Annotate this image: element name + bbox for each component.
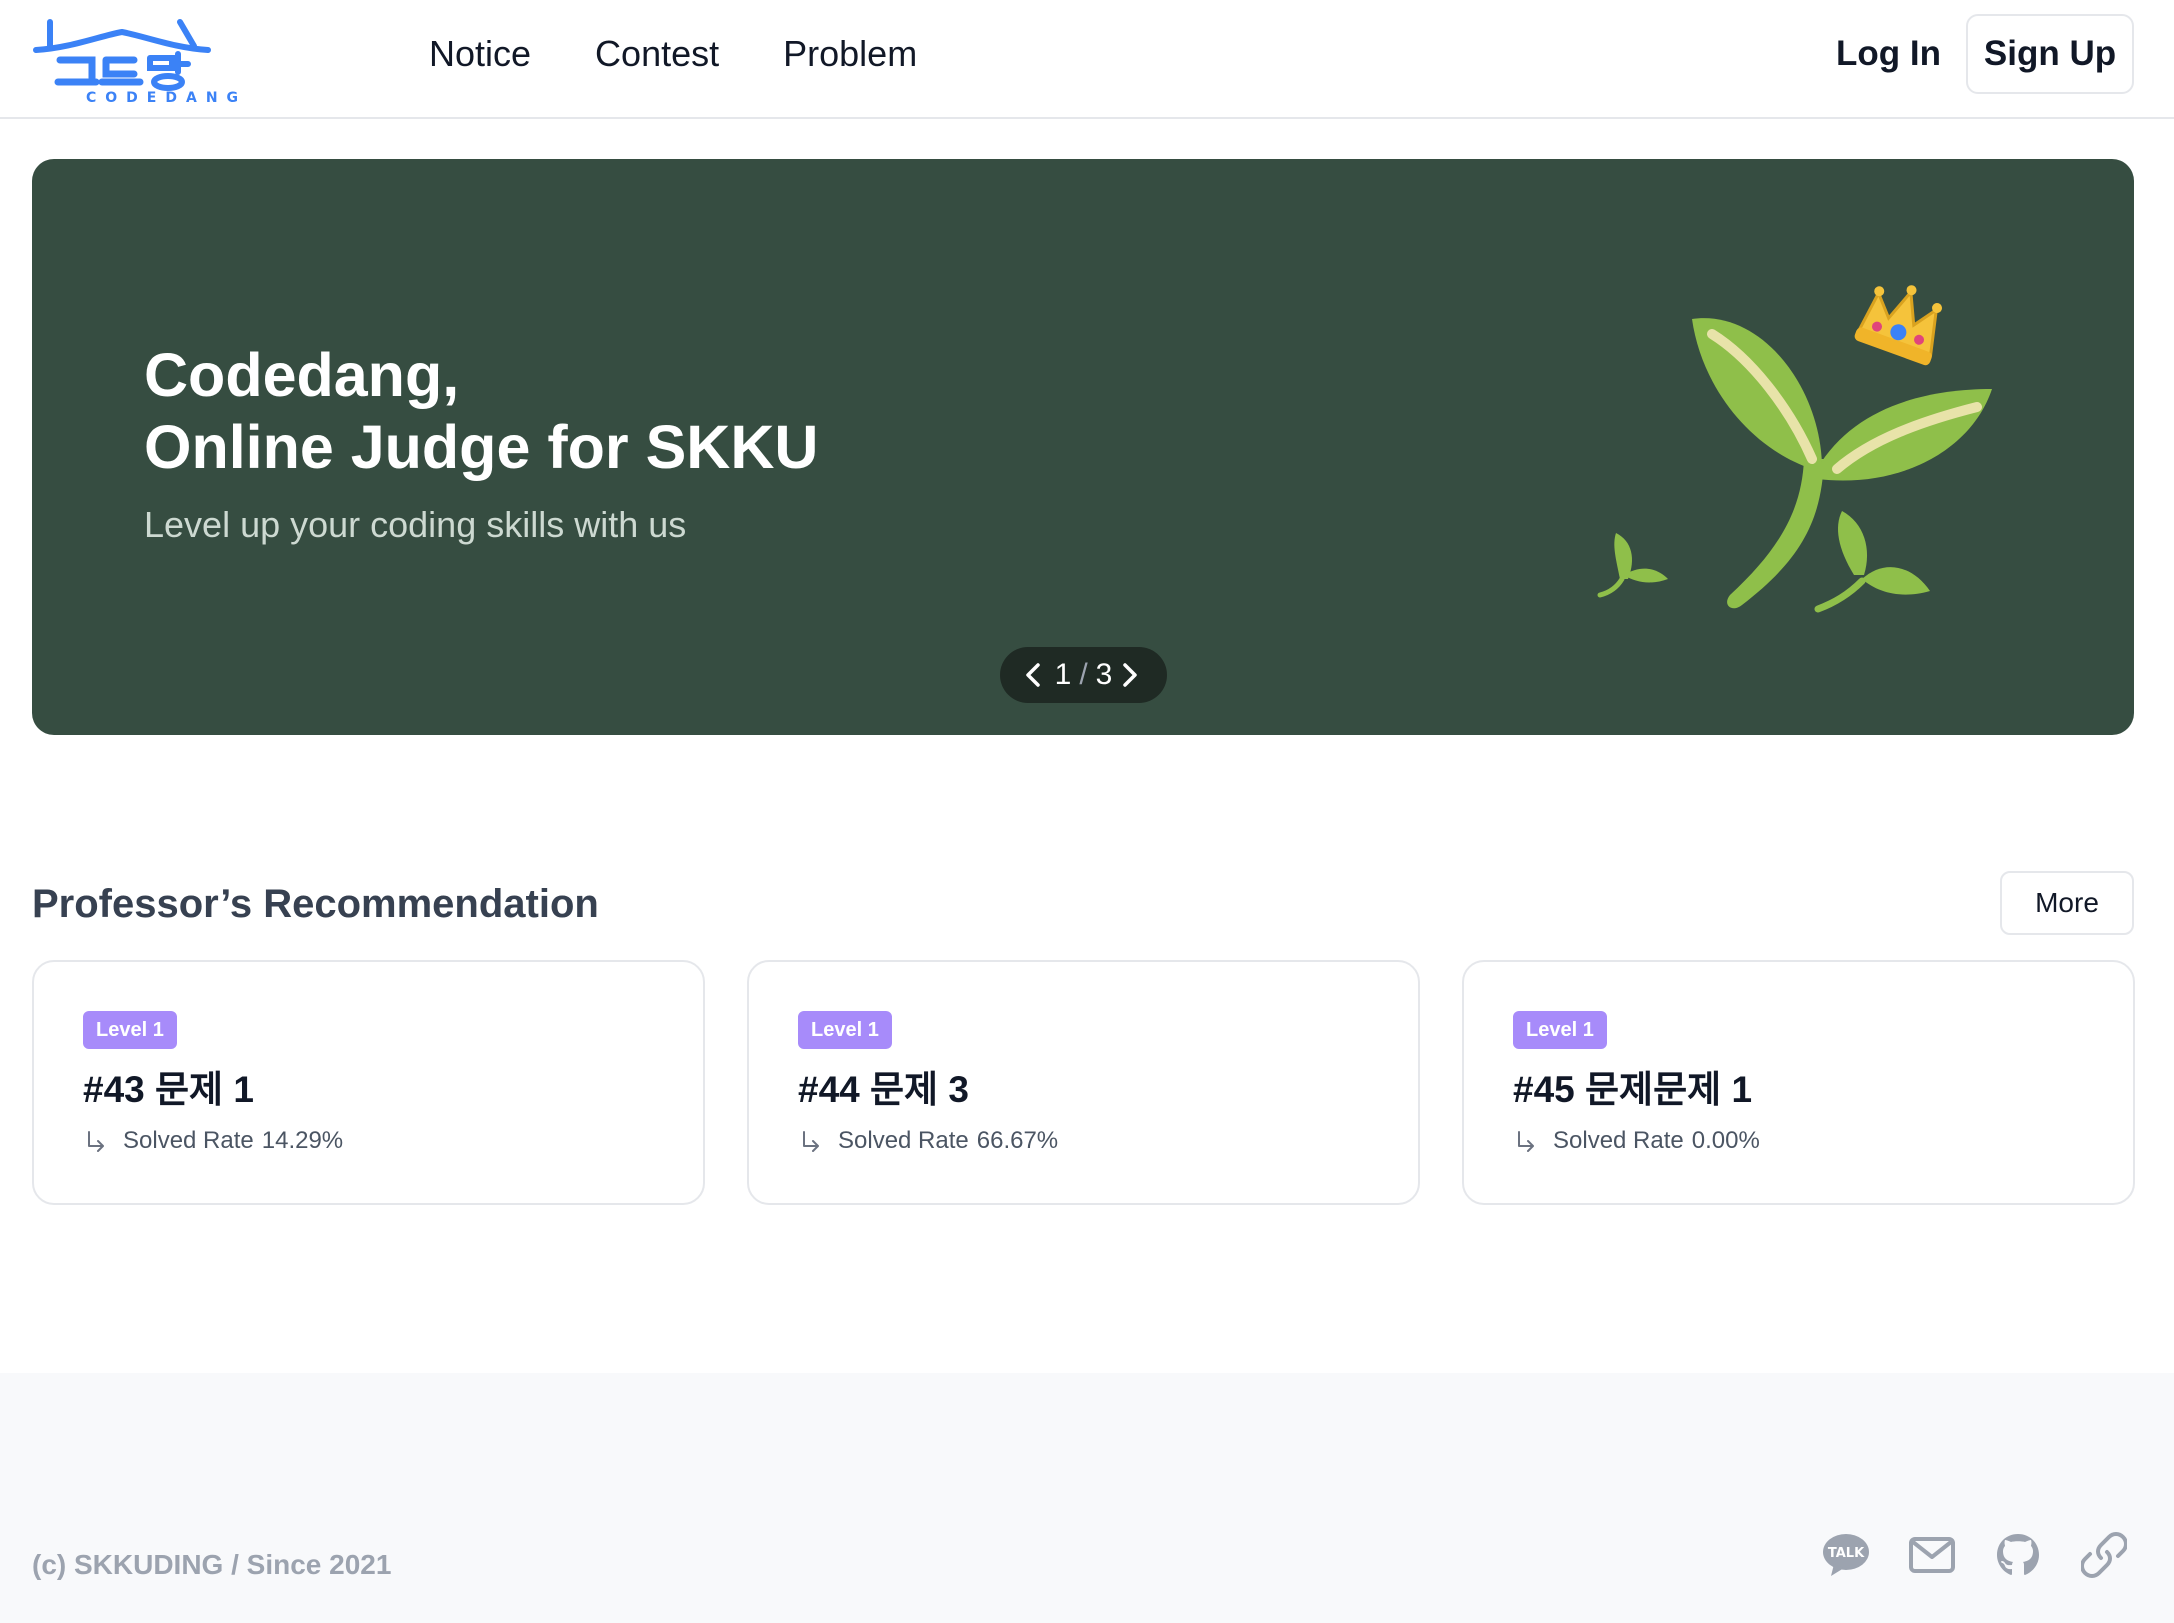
level-badge: Level 1 — [83, 1011, 177, 1049]
problem-title: #43 문제 1 — [83, 1069, 254, 1110]
carousel-total-pages: 3 — [1095, 658, 1113, 691]
website-link[interactable] — [2080, 1531, 2128, 1579]
main-nav: Notice Contest Problem — [429, 30, 981, 78]
solved-rate: Solved Rate 14.29% — [83, 1125, 343, 1157]
github-link[interactable] — [1994, 1531, 2042, 1579]
nav-contest[interactable]: Contest — [595, 30, 719, 78]
solved-rate-label: Solved Rate — [1553, 1127, 1684, 1154]
crown-icon — [1854, 285, 1942, 366]
solved-rate: Solved Rate 66.67% — [798, 1125, 1058, 1157]
carousel-page-indicator: 1 / 3 — [1055, 658, 1113, 692]
solved-rate-value: 14.29% — [261, 1127, 344, 1154]
carousel-current-page: 1 — [1054, 658, 1072, 691]
sprout-with-crown-illustration — [1597, 285, 1992, 613]
carousel-next-button[interactable] — [1121, 660, 1143, 690]
logo-wordmark: CODEDANG — [86, 90, 248, 106]
more-button[interactable]: More — [2000, 871, 2134, 935]
kakaotalk-link[interactable]: TALK — [1822, 1531, 1870, 1579]
hero-title-line-2: Online Judge for SKKU — [144, 413, 819, 481]
carousel-page-separator: / — [1079, 658, 1088, 691]
level-badge: Level 1 — [1513, 1011, 1607, 1049]
mail-link[interactable] — [1908, 1531, 1956, 1579]
github-icon — [1997, 1534, 2039, 1575]
copyright-text: (c) SKKUDING / Since 2021 — [32, 1549, 392, 1580]
return-arrow-icon — [803, 1131, 819, 1152]
problem-title: #44 문제 3 — [798, 1069, 969, 1110]
codedang-logo[interactable]: CODEDANG — [30, 8, 238, 106]
solved-rate-label: Solved Rate — [123, 1127, 254, 1154]
hero-carousel: Codedang, Online Judge for SKKU Level up… — [32, 159, 2134, 735]
hero-title: Codedang, Online Judge for SKKU — [144, 339, 1044, 483]
svg-text:TALK: TALK — [1828, 1546, 1865, 1561]
level-badge: Level 1 — [798, 1011, 892, 1049]
solved-rate: Solved Rate 0.00% — [1513, 1125, 1760, 1157]
top-navbar: CODEDANG Notice Contest Problem Log In S… — [0, 0, 2174, 119]
nav-problem[interactable]: Problem — [783, 30, 917, 78]
chevron-right-icon — [1123, 663, 1137, 687]
hero-title-line-1: Codedang, — [144, 341, 460, 409]
solved-rate-value: 0.00% — [1691, 1127, 1760, 1154]
chevron-left-icon — [1026, 663, 1040, 687]
carousel-pager: 1 / 3 — [1000, 647, 1167, 703]
return-arrow-icon — [88, 1131, 104, 1152]
link-icon — [2081, 1532, 2127, 1578]
login-button[interactable]: Log In — [1836, 30, 1941, 78]
mail-icon — [1909, 1537, 1955, 1573]
signup-button[interactable]: Sign Up — [1966, 14, 2134, 94]
problem-title: #45 문제문제 1 — [1513, 1069, 1753, 1110]
problem-card[interactable]: Level 1 #44 문제 3 Solved Rate 66.67% — [747, 960, 1420, 1205]
section-title: Professor’s Recommendation — [32, 882, 599, 926]
kakaotalk-icon: TALK — [1823, 1534, 1869, 1576]
nav-notice[interactable]: Notice — [429, 30, 531, 78]
hero-subtitle: Level up your coding skills with us — [144, 504, 687, 545]
return-arrow-icon — [1518, 1131, 1534, 1152]
codedang-logo-icon — [33, 19, 211, 91]
social-links: TALK — [1822, 1531, 2128, 1579]
problem-card-list: Level 1 #43 문제 1 Solved Rate 14.29% Leve… — [32, 960, 2135, 1205]
problem-card[interactable]: Level 1 #43 문제 1 Solved Rate 14.29% — [32, 960, 705, 1205]
problem-card[interactable]: Level 1 #45 문제문제 1 Solved Rate 0.00% — [1462, 960, 2135, 1205]
carousel-prev-button[interactable] — [1024, 660, 1046, 690]
footer: (c) SKKUDING / Since 2021 TALK — [0, 1373, 2174, 1623]
solved-rate-value: 66.67% — [976, 1127, 1059, 1154]
solved-rate-label: Solved Rate — [838, 1127, 969, 1154]
